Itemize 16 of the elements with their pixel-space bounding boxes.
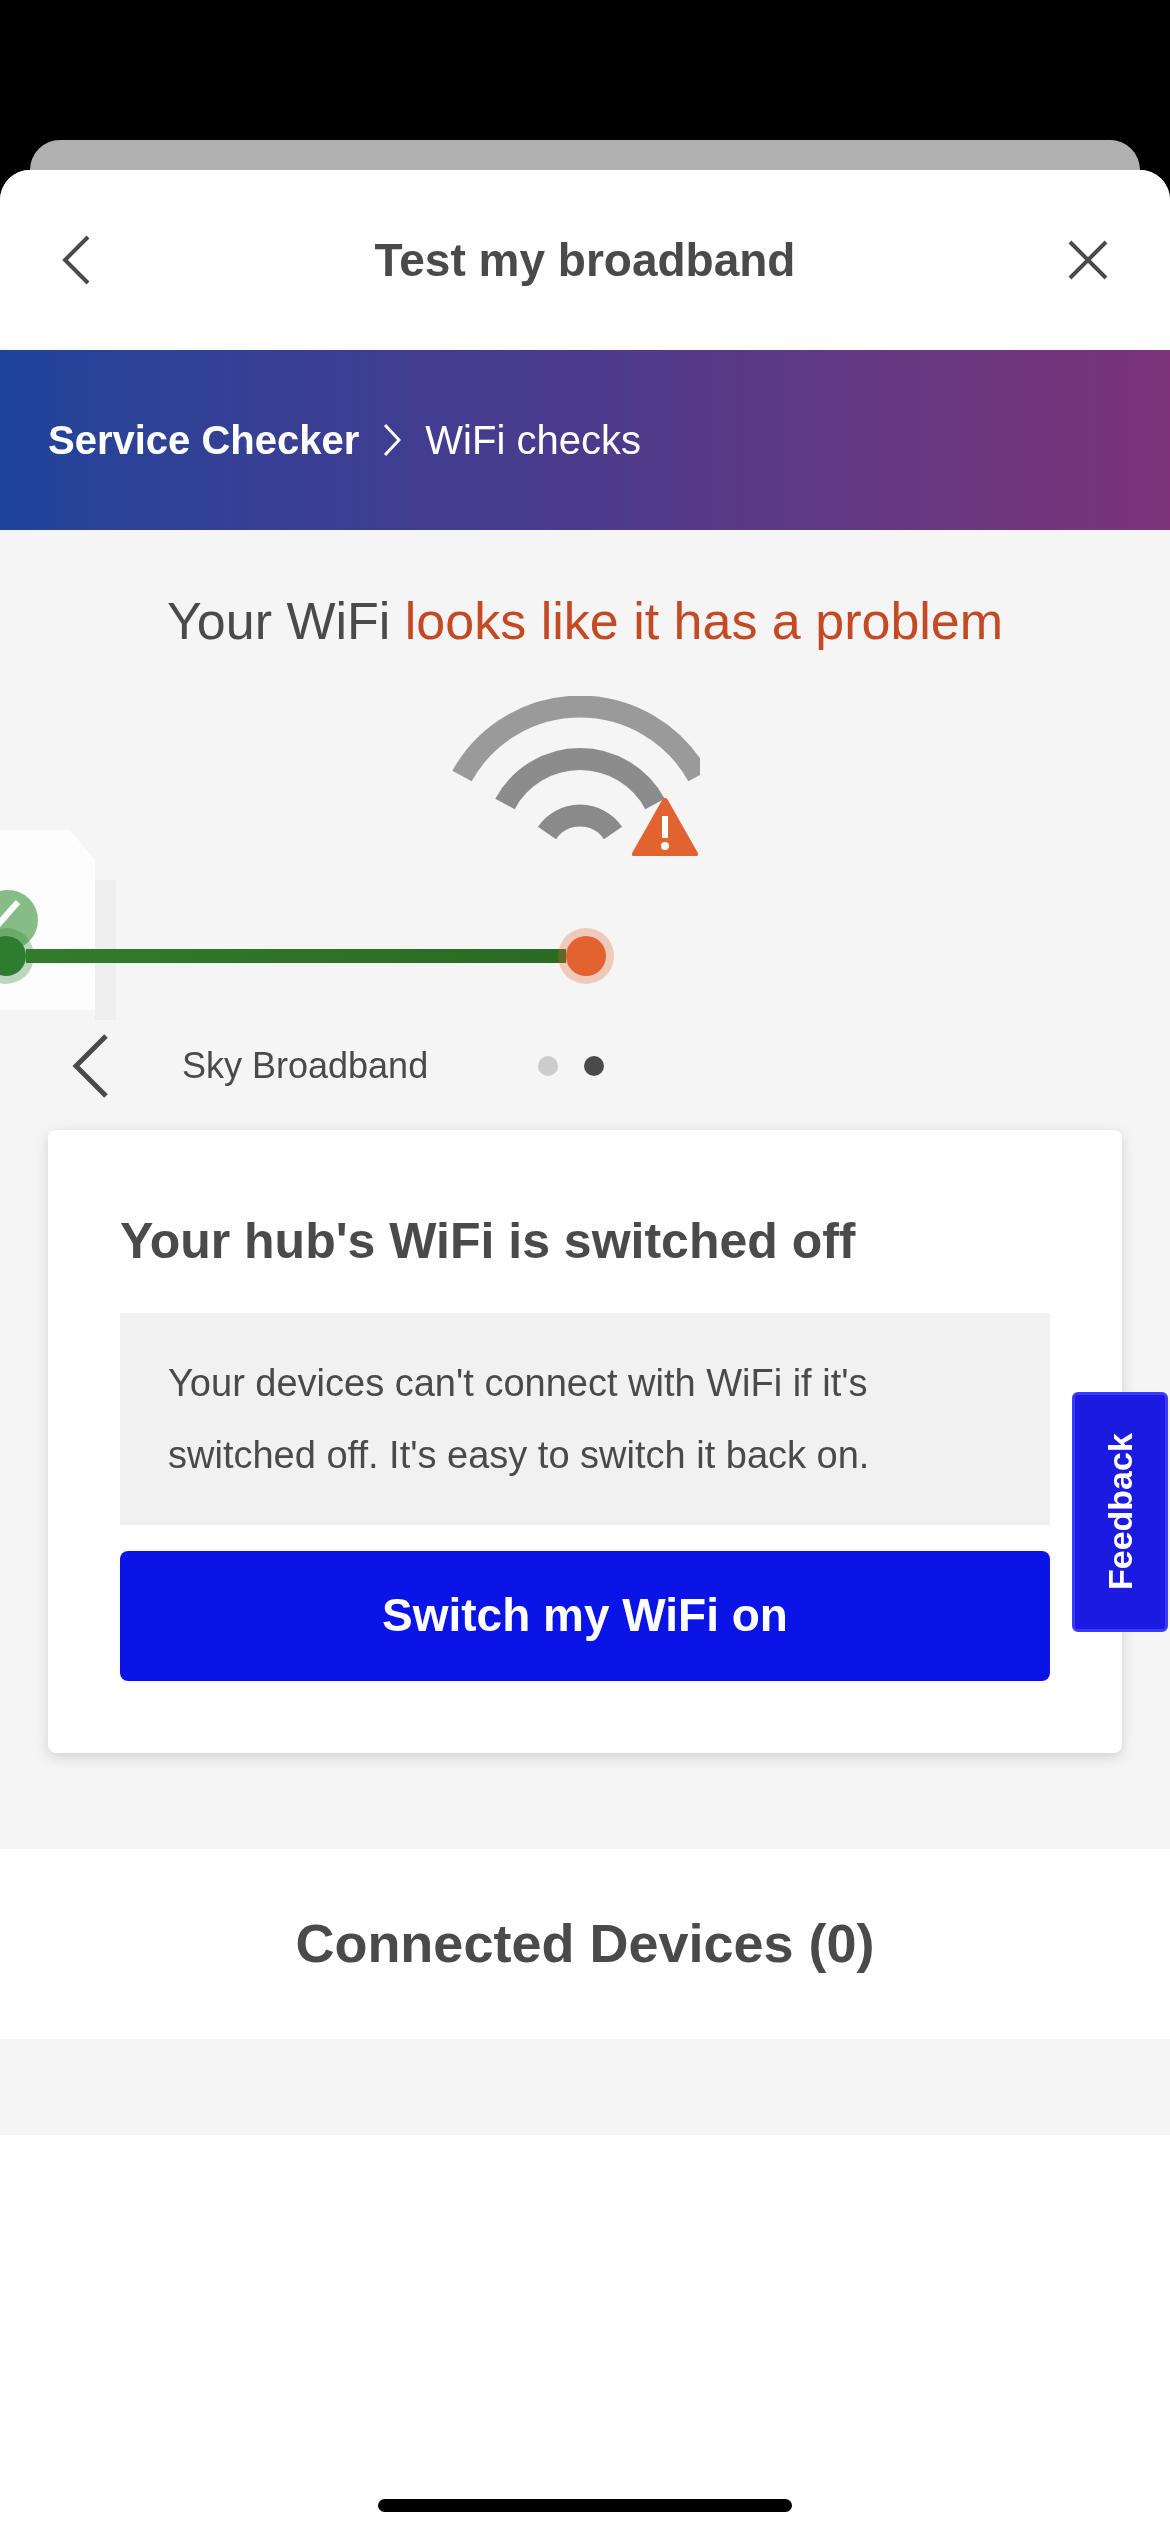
devices-panel[interactable]: Connected Devices (0) bbox=[0, 1848, 1170, 2039]
card-title: Your hub's WiFi is switched off bbox=[120, 1212, 857, 1271]
breadcrumb-item[interactable]: Service Checker bbox=[48, 410, 360, 470]
devices-heading: Connected Devices (0) bbox=[295, 1912, 875, 1975]
card-message: Your devices can't connect with WiFi if it's switched off. It's easy to switch it back on. bbox=[120, 1312, 1050, 1525]
back-icon bbox=[62, 235, 90, 285]
breadcrumb-item: WiFi checks bbox=[425, 417, 641, 464]
switch-wifi-button[interactable]: Switch my WiFi on bbox=[120, 1550, 1050, 1681]
status-headline: Your WiFi looks like it has a problem bbox=[166, 591, 1004, 652]
feedback-tab[interactable]: Feedback bbox=[1072, 1392, 1168, 1632]
close-icon bbox=[1068, 240, 1108, 280]
header-title: Test my broadband bbox=[374, 232, 796, 288]
wifi-warning-icon bbox=[450, 696, 700, 856]
chevron-right-icon bbox=[383, 423, 402, 457]
chevron-left-icon bbox=[72, 1034, 108, 1098]
network-name: Sky Broadband bbox=[182, 1044, 429, 1088]
